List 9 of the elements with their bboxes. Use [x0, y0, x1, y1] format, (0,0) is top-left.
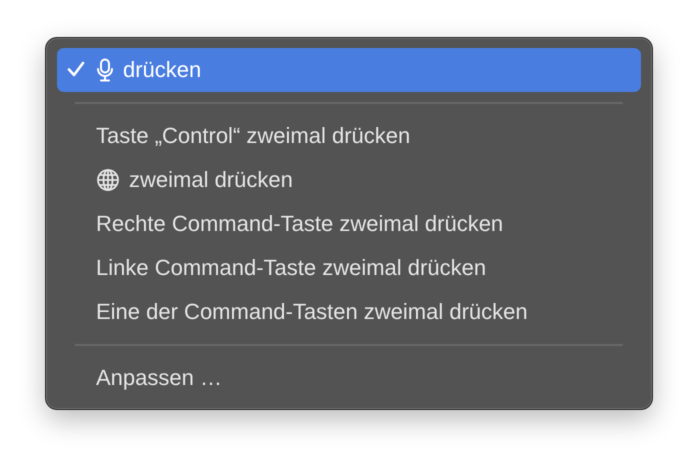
microphone-icon: [96, 58, 114, 82]
menu-item[interactable]: Anpassen …: [57, 356, 641, 400]
menu-item[interactable]: Eine der Command-Tasten zweimal drücken: [57, 290, 641, 334]
menu-item[interactable]: Rechte Command-Taste zweimal drücken: [57, 202, 641, 246]
menu-item[interactable]: Taste „Control“ zweimal drücken: [57, 114, 641, 158]
menu-item[interactable]: Linke Command-Taste zweimal drücken: [57, 246, 641, 290]
menu-item[interactable]: zweimal drücken: [57, 158, 641, 202]
menu-item[interactable]: drücken: [57, 48, 641, 92]
globe-icon: [96, 168, 120, 192]
